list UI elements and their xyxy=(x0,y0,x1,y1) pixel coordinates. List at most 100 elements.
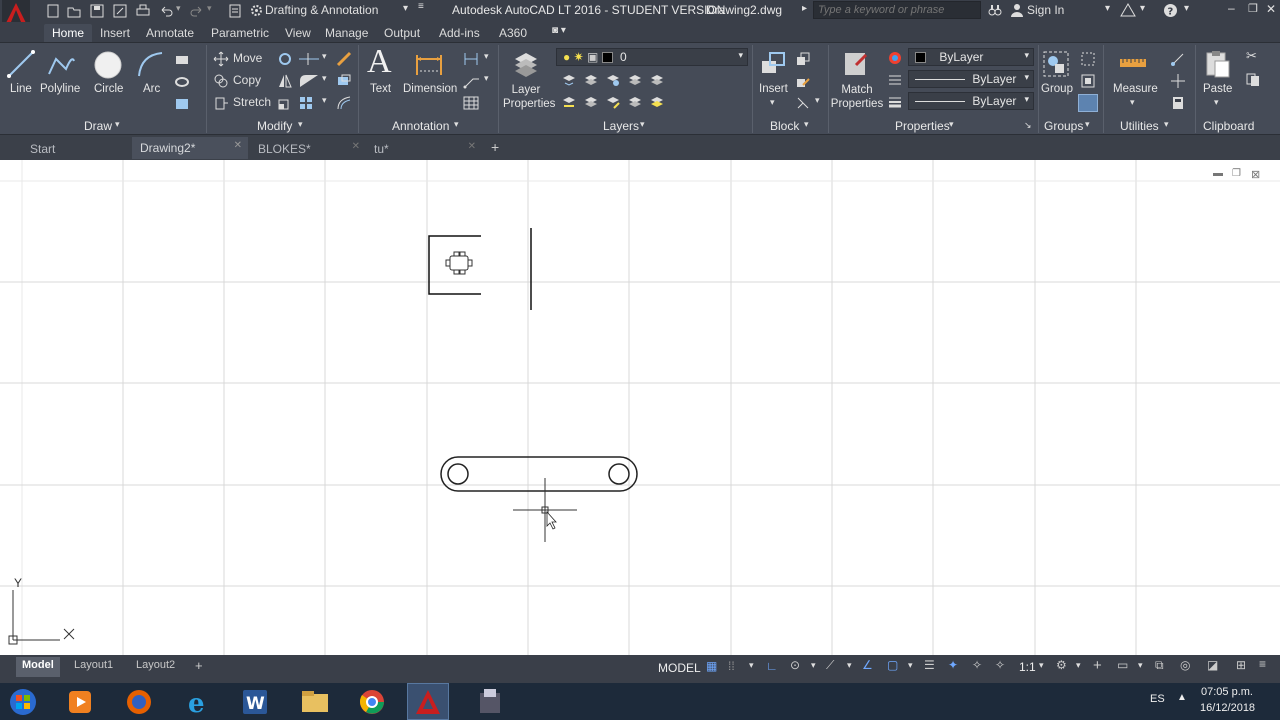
circle-button[interactable]: Circle xyxy=(94,83,123,95)
multileader-icon[interactable] xyxy=(463,73,481,89)
dimension-icon[interactable] xyxy=(414,49,444,79)
workspace-switch-dropdown-icon[interactable]: ▾ xyxy=(1076,660,1081,671)
layers-panel-dropdown-icon[interactable]: ▾ xyxy=(640,119,645,130)
quick-select-icon[interactable] xyxy=(1170,51,1186,67)
doc-tab-tu[interactable]: tu* ✕ xyxy=(366,138,482,160)
annotation-monitor-icon[interactable]: + xyxy=(1093,657,1102,674)
create-block-icon[interactable] xyxy=(795,51,811,67)
scale-icon[interactable] xyxy=(277,95,293,111)
hardware-acceleration-icon[interactable]: ◎ xyxy=(1180,658,1190,672)
new-file-icon[interactable] xyxy=(46,4,60,18)
restore-window-icon[interactable]: ❐ xyxy=(1248,2,1258,15)
offset-icon[interactable] xyxy=(336,95,352,111)
viewport-restore-icon[interactable]: ❐ xyxy=(1232,168,1241,179)
workspace-selector[interactable]: Drafting & Annotation xyxy=(265,3,378,17)
groups-panel-dropdown-icon[interactable]: ▾ xyxy=(1085,119,1090,130)
color-wheel-icon[interactable] xyxy=(888,51,902,65)
layer-tool-5-icon[interactable] xyxy=(650,73,664,87)
polyline-icon[interactable] xyxy=(46,49,76,79)
leader-dropdown-icon[interactable]: ▾ xyxy=(484,51,489,62)
block-panel-title[interactable]: Block xyxy=(770,119,799,133)
group-button[interactable]: Group xyxy=(1041,83,1073,95)
group-icon[interactable] xyxy=(1041,49,1071,79)
multileader-dropdown-icon[interactable]: ▾ xyxy=(484,73,489,84)
new-tab-icon[interactable]: + xyxy=(491,139,499,155)
isodraft-dropdown-icon[interactable]: ▾ xyxy=(847,660,852,671)
open-folder-icon[interactable] xyxy=(67,4,81,18)
paste-icon[interactable] xyxy=(1204,49,1232,79)
properties-panel-title[interactable]: Properties xyxy=(895,119,950,133)
layer-tool-6-icon[interactable] xyxy=(562,95,576,109)
drawing-canvas[interactable]: Y ▬ ❐ ⊠ xyxy=(0,160,1280,655)
word-icon[interactable]: W xyxy=(240,687,270,717)
block-symbol[interactable] xyxy=(445,251,473,275)
customize-status-icon[interactable]: ≡ xyxy=(1259,657,1266,671)
layer-properties-icon[interactable] xyxy=(511,49,541,79)
ungroup-icon[interactable] xyxy=(1080,51,1096,67)
modify-panel-dropdown-icon[interactable]: ▾ xyxy=(298,119,303,130)
copy-clip-icon[interactable] xyxy=(1246,73,1260,87)
insert-dropdown-icon[interactable]: ▾ xyxy=(770,97,775,108)
lineweight-toggle-icon[interactable]: ☰ xyxy=(924,658,935,672)
linetype-icon[interactable] xyxy=(888,73,902,87)
firefox-icon[interactable] xyxy=(124,687,154,717)
user-icon[interactable] xyxy=(1010,3,1024,17)
workspace-switch-icon[interactable]: ⚙ xyxy=(1056,658,1067,672)
save-icon[interactable] xyxy=(90,4,104,18)
utilities-panel-dropdown-icon[interactable]: ▾ xyxy=(1164,119,1169,130)
slot-hole-right[interactable] xyxy=(608,463,630,485)
app-icon[interactable] xyxy=(475,687,505,717)
arc-button[interactable]: Arc xyxy=(143,83,160,95)
close-tab-icon[interactable]: ✕ xyxy=(234,140,242,151)
polar-dropdown-icon[interactable]: ▾ xyxy=(811,660,816,671)
clean-screen-icon[interactable]: ◪ xyxy=(1207,658,1218,672)
show-hidden-icons-icon[interactable]: ▲ xyxy=(1177,692,1187,703)
layer-dropdown[interactable]: ● ✷ ▣ 0 ▾ xyxy=(556,48,748,66)
match-properties-button[interactable]: Match Properties xyxy=(830,83,884,111)
isolate-objects-icon[interactable]: ⧉ xyxy=(1155,658,1164,673)
redo-dropdown-icon[interactable]: ▾ xyxy=(207,3,212,14)
mirror-icon[interactable] xyxy=(277,73,293,89)
line-button[interactable]: Line xyxy=(10,83,32,95)
tab-a360[interactable]: A360 xyxy=(491,24,535,42)
layers-panel-title[interactable]: Layers xyxy=(603,119,639,133)
fillet-icon[interactable] xyxy=(298,73,320,89)
properties-launcher-icon[interactable]: ↘ xyxy=(1024,120,1032,131)
customize-qat-icon[interactable]: ≡ xyxy=(418,1,424,12)
color-dropdown[interactable]: ByLayer ▾ xyxy=(908,48,1034,66)
tab-view[interactable]: View xyxy=(277,24,319,42)
layer-tool-8-icon[interactable] xyxy=(606,95,620,109)
array-dropdown-icon[interactable]: ▾ xyxy=(322,95,327,106)
exchange-icon[interactable] xyxy=(1120,3,1136,17)
rotate-icon[interactable] xyxy=(277,51,293,67)
block-panel-dropdown-icon[interactable]: ▾ xyxy=(804,119,809,130)
trim-icon[interactable] xyxy=(298,51,320,67)
help-icon[interactable]: ? xyxy=(1163,3,1178,18)
annotation-visibility-icon[interactable]: ✦ xyxy=(948,658,958,672)
tab-add-ins[interactable]: Add-ins xyxy=(431,24,488,42)
layer-tool-4-icon[interactable] xyxy=(628,73,642,87)
close-tab-icon[interactable]: ✕ xyxy=(352,141,360,152)
leader-icon[interactable] xyxy=(463,51,481,67)
object-snap-tracking-icon[interactable]: ∠ xyxy=(862,658,873,672)
draw-panel-title[interactable]: Draw xyxy=(84,119,112,133)
annotation-scale-icon[interactable]: ✧ xyxy=(995,658,1005,672)
object-snap-icon[interactable]: ▢ xyxy=(887,658,898,672)
lineweight-dropdown[interactable]: ByLayer ▾ xyxy=(908,92,1034,110)
grid-toggle-icon[interactable]: ▦ xyxy=(706,659,717,673)
close-tab-icon[interactable]: ✕ xyxy=(468,141,476,152)
ribbon-minimize-icon[interactable]: ◙ ▾ xyxy=(552,25,566,36)
add-layout-icon[interactable]: + xyxy=(195,658,203,673)
tab-parametric[interactable]: Parametric xyxy=(203,24,277,42)
drawn-slot[interactable] xyxy=(440,456,638,492)
model-space-button[interactable]: MODEL xyxy=(658,661,701,675)
ortho-toggle-icon[interactable]: ∟ xyxy=(766,659,778,673)
language-indicator[interactable]: ES xyxy=(1150,693,1165,705)
tab-output[interactable]: Output xyxy=(376,24,428,42)
doc-tab-start[interactable]: Start xyxy=(22,138,63,160)
text-icon[interactable]: A xyxy=(367,43,392,81)
layer-tool-7-icon[interactable] xyxy=(584,95,598,109)
block-attribute-icon[interactable] xyxy=(795,95,811,111)
draw-panel-dropdown-icon[interactable]: ▾ xyxy=(115,119,120,130)
paste-dropdown-icon[interactable]: ▾ xyxy=(1214,97,1219,108)
